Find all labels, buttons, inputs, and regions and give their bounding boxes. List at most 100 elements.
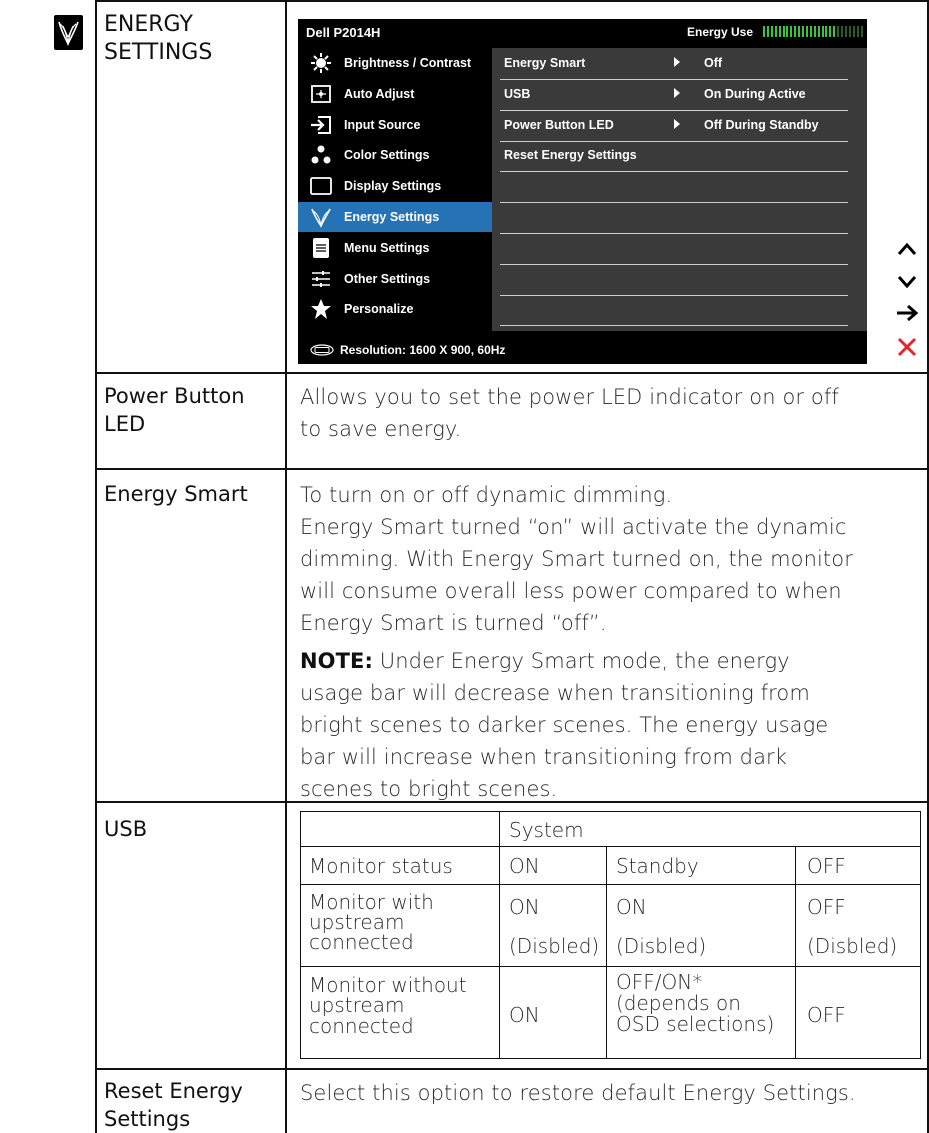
energy-bar-segment — [794, 26, 797, 37]
grid-line — [285, 0, 287, 1133]
energy-bar-segment — [802, 26, 804, 37]
power-button-led-description: Allows you to set the power LED indicato… — [300, 381, 839, 445]
cell-line: connected — [309, 1014, 414, 1038]
energy-bar-segment — [844, 26, 847, 37]
osd-empty-row — [500, 233, 848, 265]
osd-menu-item[interactable]: Input Source — [298, 110, 492, 140]
energy-bar-segment — [852, 26, 855, 37]
monitor-without-upstream-label: Monitor without upstream connected — [309, 974, 467, 1037]
note-line: scenes to bright scenes. — [300, 777, 558, 801]
osd-setting-label: Energy Smart — [504, 56, 586, 70]
energy-bar-segment — [766, 26, 769, 37]
table-border — [300, 811, 921, 812]
osd-menu-item[interactable]: Auto Adjust — [298, 79, 492, 109]
input-source-icon — [310, 114, 332, 136]
menu-settings-icon — [310, 237, 332, 259]
color-settings-icon — [310, 144, 332, 166]
system-header: System — [509, 818, 584, 842]
close-x-icon[interactable] — [894, 334, 920, 360]
down-arrow-icon[interactable] — [894, 268, 920, 294]
note-line: bar will increase when transitioning fro… — [300, 745, 788, 769]
cell-value: OFF — [807, 854, 846, 878]
energy-bar-segment — [770, 26, 773, 37]
osd-empty-row — [500, 264, 848, 296]
note-line: usage bar will decrease when transitioni… — [300, 681, 810, 705]
table-border — [300, 966, 921, 967]
power-button-led-label: Power Button LED — [104, 382, 245, 438]
energy-bar-segment — [782, 26, 785, 37]
note-line: NOTE: Under Energy Smart mode, the energ… — [300, 645, 828, 677]
triangle-right-icon — [674, 118, 680, 129]
grid-line — [95, 0, 929, 2]
desc-line: Energy Smart is turned “off”. — [300, 611, 607, 635]
display-settings-icon — [310, 175, 332, 197]
star-icon — [310, 298, 332, 320]
triangle-right-icon — [674, 87, 680, 98]
osd-setting-value: Off — [704, 56, 723, 70]
energy-bar-segment — [778, 26, 781, 37]
note-text: Under Energy Smart mode, the energy — [373, 649, 790, 673]
grid-line — [95, 0, 97, 1133]
cell-line: connected — [309, 930, 414, 954]
desc-line: Allows you to set the power LED indicato… — [300, 385, 839, 409]
monitor-model: Dell P2014H — [306, 25, 381, 40]
cell-value: (Disbled) — [807, 934, 898, 958]
auto-adjust-icon — [310, 83, 332, 105]
energy-smart-note: NOTE: Under Energy Smart mode, the energ… — [300, 645, 828, 805]
osd-menu-item[interactable]: Brightness / Contrast — [298, 48, 492, 78]
osd-menu-item-label: Display Settings — [344, 179, 442, 194]
monitor-status-label: Monitor status — [309, 854, 453, 878]
reset-energy-settings-description: Select this option to restore default En… — [300, 1081, 856, 1105]
section-title-line: SETTINGS — [104, 40, 213, 65]
osd-setting-label: USB — [504, 86, 531, 101]
grid-line — [95, 1068, 929, 1070]
cell-value: OFF — [807, 895, 846, 919]
energy-bar-segment — [833, 26, 836, 37]
up-arrow-icon[interactable] — [894, 236, 920, 262]
energy-bar-segment — [848, 26, 851, 37]
osd-menu-item[interactable]: Energy Settings — [298, 202, 492, 232]
osd-setting-row[interactable]: Energy Smart Off — [500, 48, 848, 80]
cell-line: upstream — [309, 993, 405, 1017]
osd-menu-item[interactable]: Menu Settings — [298, 233, 492, 263]
table-border — [300, 884, 921, 885]
note-label: NOTE: — [300, 649, 373, 673]
cell-line: OFF/ON* — [616, 970, 703, 994]
grid-line — [95, 468, 929, 470]
osd-menu-item-label: Other Settings — [344, 271, 431, 286]
osd-setting-label: Reset Energy Settings — [504, 148, 637, 163]
table-border — [300, 1058, 921, 1059]
energy-use-bar — [763, 26, 864, 37]
osd-setting-value: On During Active — [704, 86, 806, 101]
energy-leaf-icon — [54, 15, 83, 50]
energy-bar-segment — [837, 26, 840, 37]
table-border — [300, 811, 301, 1059]
energy-smart-label: Energy Smart — [104, 482, 248, 506]
note-line: bright scenes to darker scenes. The ener… — [300, 713, 829, 737]
osd-empty-row — [500, 294, 848, 327]
osd-menu-item[interactable]: Other Settings — [298, 264, 492, 294]
osd-menu-item[interactable]: Display Settings — [298, 171, 492, 201]
osd-menu-item-label: Color Settings — [344, 148, 430, 163]
osd-setting-row[interactable]: USB On During Active — [500, 79, 848, 111]
enter-arrow-icon[interactable] — [894, 300, 920, 326]
table-border — [920, 811, 921, 1059]
osd-menu-screenshot: Dell P2014H Energy Use Brightness / Cont… — [298, 19, 867, 364]
osd-menu-item[interactable]: Personalize — [298, 294, 492, 324]
osd-menu-item-label: Auto Adjust — [344, 86, 415, 101]
cell-value: (Disbled) — [616, 934, 707, 958]
section-title: ENERGY SETTINGS — [104, 11, 212, 67]
monitor-with-upstream-label: Monitor with upstream connected — [309, 891, 434, 952]
label-line: Reset Energy — [104, 1079, 243, 1103]
cell-value: Standby — [616, 854, 699, 878]
energy-use-label: Energy Use — [687, 25, 754, 39]
osd-setting-row[interactable]: Power Button LED Off During Standby — [500, 110, 848, 142]
osd-setting-row[interactable]: Reset Energy Settings — [500, 140, 848, 173]
osd-menu-item[interactable]: Color Settings — [298, 140, 492, 170]
cell-value-multiline: OFF/ON* (depends on OSD selections) — [616, 972, 774, 1035]
energy-bar-segment — [821, 26, 824, 37]
cell-line: OSD selections) — [616, 1012, 775, 1036]
osd-menu-item-label: Energy Settings — [344, 210, 440, 224]
energy-bar-segment — [817, 26, 820, 37]
osd-menu-item-label: Brightness / Contrast — [344, 56, 472, 70]
